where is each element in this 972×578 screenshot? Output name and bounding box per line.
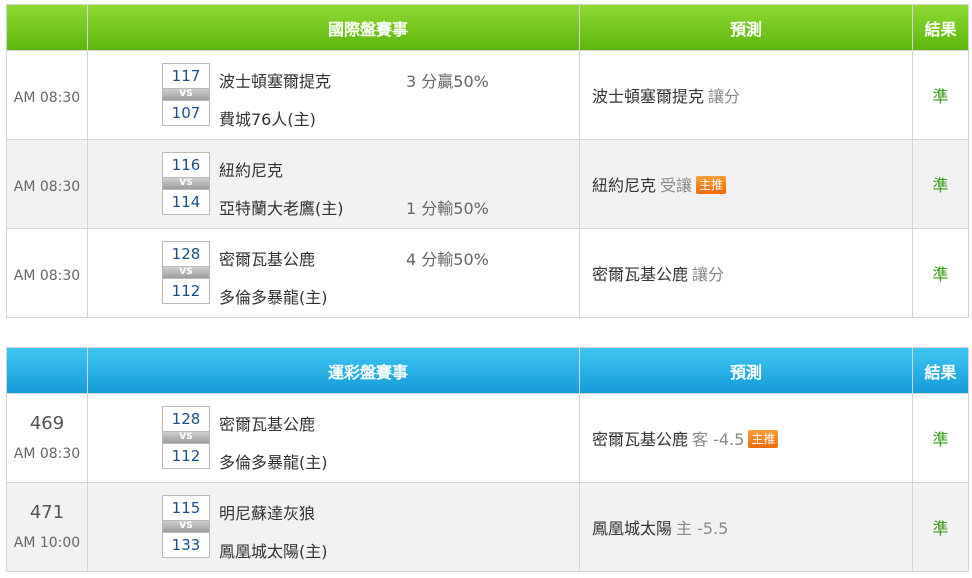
vs-label: VS bbox=[162, 432, 210, 443]
score-box: 117 VS 107 bbox=[162, 63, 210, 126]
header-time bbox=[6, 347, 88, 394]
home-score: 112 bbox=[162, 443, 210, 469]
vs-label: VS bbox=[162, 178, 210, 189]
result-cell: 準 bbox=[912, 50, 969, 140]
prediction-team: 紐約尼克 bbox=[592, 176, 657, 195]
score-box: 116 VS 114 bbox=[162, 152, 210, 215]
header-match: 國際盤賽事 bbox=[87, 4, 580, 51]
prediction-type: 受讓 bbox=[660, 176, 693, 195]
away-score: 116 bbox=[162, 152, 210, 178]
game-time-cell: 471 AM 10:00 bbox=[6, 482, 88, 572]
score-box: 128 VS 112 bbox=[162, 241, 210, 304]
home-team-name[interactable]: 亞特蘭大老鷹(主) bbox=[219, 195, 344, 219]
game-number: 471 bbox=[29, 502, 65, 523]
game-time-cell: 469 AM 08:30 bbox=[6, 393, 88, 483]
game-time: AM 08:30 bbox=[13, 90, 81, 106]
home-team-name[interactable]: 費城76人(主) bbox=[219, 106, 316, 130]
vs-label: VS bbox=[162, 521, 210, 532]
prediction-cell: 密爾瓦基公鹿 讓分 bbox=[579, 228, 913, 318]
game-row: AM 08:30 117 VS 107 波士頓塞爾提克 費城76人(主) 3 分… bbox=[6, 50, 969, 140]
vs-label: VS bbox=[162, 89, 210, 100]
result-cell: 準 bbox=[912, 228, 969, 318]
home-team-name[interactable]: 鳳凰城太陽(主) bbox=[219, 538, 328, 562]
prediction-type: 主 -5.5 bbox=[676, 519, 729, 538]
table-header: 國際盤賽事 預測 結果 bbox=[6, 4, 969, 51]
game-time-cell: AM 08:30 bbox=[6, 228, 88, 318]
prediction-cell: 密爾瓦基公鹿客 -4.5 主推 bbox=[579, 393, 913, 483]
matchup-cell: 117 VS 107 波士頓塞爾提克 費城76人(主) 3 分贏50% bbox=[87, 50, 580, 140]
score-box: 128 VS 112 bbox=[162, 406, 210, 469]
game-row: AM 08:30 128 VS 112 密爾瓦基公鹿 多倫多暴龍(主) 4 分輸… bbox=[6, 228, 969, 318]
home-score: 112 bbox=[162, 278, 210, 304]
prediction-type: 讓分 bbox=[708, 87, 741, 106]
home-team-name[interactable]: 多倫多暴龍(主) bbox=[219, 284, 328, 308]
matchup-cell: 115 VS 133 明尼蘇達灰狼 鳳凰城太陽(主) bbox=[87, 482, 580, 572]
sports-lottery-table: 運彩盤賽事 預測 結果 469 AM 08:30 128 VS 112 密爾瓦基… bbox=[6, 347, 969, 572]
handicap-bottom: 1 分輸50% bbox=[406, 199, 489, 218]
prediction-team: 密爾瓦基公鹿 bbox=[592, 265, 689, 284]
header-match: 運彩盤賽事 bbox=[87, 347, 580, 394]
header-time bbox=[6, 4, 88, 51]
matchup-cell: 128 VS 112 密爾瓦基公鹿 多倫多暴龍(主) 4 分輸50% bbox=[87, 228, 580, 318]
game-time: AM 08:30 bbox=[13, 179, 81, 195]
game-time: AM 08:30 bbox=[13, 268, 81, 284]
prediction-team: 鳳凰城太陽 bbox=[592, 519, 673, 538]
game-time-cell: AM 08:30 bbox=[6, 139, 88, 229]
away-score: 128 bbox=[162, 241, 210, 267]
away-score: 115 bbox=[162, 495, 210, 521]
prediction-cell: 波士頓塞爾提克 讓分 bbox=[579, 50, 913, 140]
header-result: 結果 bbox=[912, 347, 969, 394]
away-score: 128 bbox=[162, 406, 210, 432]
home-score: 107 bbox=[162, 100, 210, 126]
prediction-cell: 紐約尼克 受讓 主推 bbox=[579, 139, 913, 229]
home-team-name[interactable]: 多倫多暴龍(主) bbox=[219, 449, 328, 473]
game-time: AM 10:00 bbox=[13, 535, 81, 551]
score-box: 115 VS 133 bbox=[162, 495, 210, 558]
vs-label: VS bbox=[162, 267, 210, 278]
table-header: 運彩盤賽事 預測 結果 bbox=[6, 347, 969, 394]
home-score: 133 bbox=[162, 532, 210, 558]
game-time-cell: AM 08:30 bbox=[6, 50, 88, 140]
matchup-cell: 128 VS 112 密爾瓦基公鹿 多倫多暴龍(主) bbox=[87, 393, 580, 483]
header-prediction: 預測 bbox=[579, 347, 913, 394]
handicap-top: 4 分輸50% bbox=[406, 250, 489, 269]
away-team-name[interactable]: 密爾瓦基公鹿 bbox=[219, 246, 315, 270]
header-prediction: 預測 bbox=[579, 4, 913, 51]
handicap-top: 3 分贏50% bbox=[406, 72, 489, 91]
game-time: AM 08:30 bbox=[13, 446, 81, 462]
prediction-type: 客 -4.5 bbox=[692, 430, 745, 449]
header-result: 結果 bbox=[912, 4, 969, 51]
prediction-cell: 鳳凰城太陽主 -5.5 bbox=[579, 482, 913, 572]
matchup-cell: 116 VS 114 紐約尼克 亞特蘭大老鷹(主) 1 分輸50% bbox=[87, 139, 580, 229]
featured-pick-badge: 主推 bbox=[748, 430, 779, 448]
game-row: 471 AM 10:00 115 VS 133 明尼蘇達灰狼 鳳凰城太陽(主) … bbox=[6, 482, 969, 572]
game-row: 469 AM 08:30 128 VS 112 密爾瓦基公鹿 多倫多暴龍(主) … bbox=[6, 393, 969, 483]
game-row: AM 08:30 116 VS 114 紐約尼克 亞特蘭大老鷹(主) 1 分輸5… bbox=[6, 139, 969, 229]
featured-pick-badge: 主推 bbox=[696, 176, 727, 194]
prediction-team: 密爾瓦基公鹿 bbox=[592, 430, 689, 449]
result-cell: 準 bbox=[912, 139, 969, 229]
away-team-name[interactable]: 明尼蘇達灰狼 bbox=[219, 500, 315, 524]
prediction-type: 讓分 bbox=[692, 265, 725, 284]
result-cell: 準 bbox=[912, 482, 969, 572]
game-number: 469 bbox=[29, 413, 65, 434]
home-score: 114 bbox=[162, 189, 210, 215]
result-cell: 準 bbox=[912, 393, 969, 483]
international-odds-table: 國際盤賽事 預測 結果 AM 08:30 117 VS 107 波士頓塞爾提克 … bbox=[6, 4, 969, 318]
away-team-name[interactable]: 紐約尼克 bbox=[219, 157, 283, 181]
away-team-name[interactable]: 波士頓塞爾提克 bbox=[219, 68, 331, 92]
prediction-team: 波士頓塞爾提克 bbox=[592, 87, 705, 106]
away-team-name[interactable]: 密爾瓦基公鹿 bbox=[219, 411, 315, 435]
away-score: 117 bbox=[162, 63, 210, 89]
